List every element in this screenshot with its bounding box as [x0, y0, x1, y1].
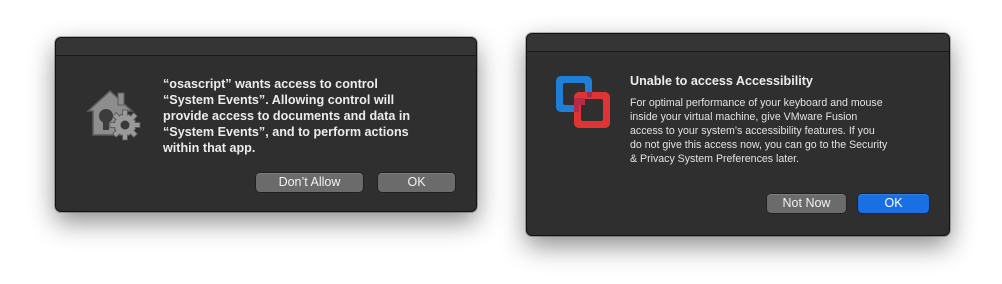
ok-button[interactable]: OK: [378, 173, 455, 192]
dialog-titlebar[interactable]: [527, 34, 949, 52]
vmware-accessibility-dialog: Unable to access Accessibility For optim…: [526, 33, 950, 236]
dont-allow-button[interactable]: Don’t Allow: [256, 173, 363, 192]
dialog-message: “osascript” wants access to control “Sys…: [163, 77, 411, 155]
ok-button[interactable]: OK: [858, 194, 929, 213]
screen: “osascript” wants access to control “Sys…: [0, 0, 1002, 284]
dialog-titlebar[interactable]: [56, 38, 476, 56]
osascript-permission-dialog: “osascript” wants access to control “Sys…: [55, 37, 477, 212]
dialog-message: For optimal performance of your keyboard…: [630, 97, 888, 165]
not-now-button[interactable]: Not Now: [767, 194, 846, 213]
vmware-fusion-icon: [554, 73, 614, 133]
security-preferences-gear-icon: [84, 83, 144, 143]
dialog-title: Unable to access Accessibility: [630, 74, 813, 88]
